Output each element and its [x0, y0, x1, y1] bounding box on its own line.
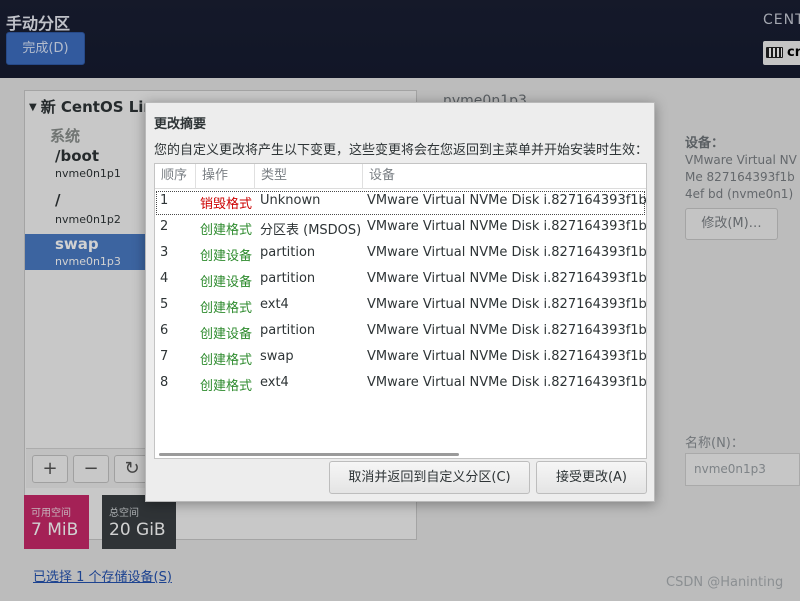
column-header-device[interactable]: 设备 [363, 164, 646, 189]
dialog-title: 更改摘要 [154, 117, 207, 132]
cell-action: 创建设备 [200, 249, 253, 264]
cell-device: VMware Virtual NVMe Disk i.827164393f1b4… [367, 219, 647, 234]
column-header-order[interactable]: 顺序 [155, 164, 196, 189]
horizontal-scrollbar[interactable] [159, 453, 459, 456]
cell-action: 创建格式 [200, 379, 253, 394]
cell-type: partition [260, 323, 316, 338]
watermark-text: CSDN @Haninting [666, 575, 784, 590]
changes-table: 顺序 操作 类型 设备 1 销毁格式 Unknown VMware Virtual N… [154, 163, 647, 459]
cell-device: VMware Virtual NVMe Disk i.827164393f1b4… [367, 297, 647, 312]
cell-type: Unknown [260, 193, 321, 208]
cell-action: 创建格式 [200, 223, 253, 238]
table-row[interactable]: 4 创建设备 partition VMware Virtual NVMe Disk i… [155, 268, 646, 294]
cell-device: VMware Virtual NVMe Disk i.827164393f1b4… [367, 271, 647, 286]
cell-type: partition [260, 271, 316, 286]
cell-order: 2 [160, 219, 169, 234]
cell-order: 7 [160, 349, 169, 364]
cell-device: VMware Virtual NVMe Disk i.827164393f1b4… [367, 375, 647, 390]
change-summary-dialog: 更改摘要 您的自定义更改将产生以下变更，这些变更将会在您返回到主菜单并开始安装时… [145, 102, 655, 502]
cell-device: VMware Virtual NVMe Disk i.827164393f1b4… [367, 193, 647, 208]
cell-action: 创建设备 [200, 327, 253, 342]
table-row[interactable]: 7 创建格式 swap VMware Virtual NVMe Disk i.8271… [155, 346, 646, 372]
cell-order: 1 [160, 193, 169, 208]
accept-changes-button[interactable]: 接受更改(A) [536, 461, 647, 494]
cell-type: ext4 [260, 375, 289, 390]
cell-action: 创建格式 [200, 301, 253, 316]
cell-device: VMware Virtual NVMe Disk i.827164393f1b4… [367, 323, 647, 338]
table-row[interactable]: 3 创建设备 partition VMware Virtual NVMe Disk i… [155, 242, 646, 268]
column-header-action[interactable]: 操作 [196, 164, 255, 189]
cell-action: 销毁格式 [200, 197, 253, 212]
cell-device: VMware Virtual NVMe Disk i.827164393f1b4… [367, 245, 647, 260]
table-row[interactable]: 1 销毁格式 Unknown VMware Virtual NVMe Disk i.8… [155, 190, 646, 216]
cell-order: 3 [160, 245, 169, 260]
cell-order: 6 [160, 323, 169, 338]
cell-order: 5 [160, 297, 169, 312]
cell-type: partition [260, 245, 316, 260]
cell-type: ext4 [260, 297, 289, 312]
column-divider [646, 189, 647, 457]
cell-order: 8 [160, 375, 169, 390]
cell-order: 4 [160, 271, 169, 286]
column-header-type[interactable]: 类型 [255, 164, 363, 189]
cell-device: VMware Virtual NVMe Disk i.827164393f1b4… [367, 349, 647, 364]
dialog-description: 您的自定义更改将产生以下变更，这些变更将会在您返回到主菜单并开始安装时生效： [154, 143, 649, 158]
cell-action: 创建格式 [200, 353, 253, 368]
table-header: 顺序 操作 类型 设备 [155, 164, 646, 189]
table-row[interactable]: 5 创建格式 ext4 VMware Virtual NVMe Disk i.8271… [155, 294, 646, 320]
table-row[interactable]: 2 创建格式 分区表 (MSDOS) VMware Virtual NVMe Disk… [155, 216, 646, 242]
cell-type: swap [260, 349, 294, 364]
cell-type: 分区表 (MSDOS) [260, 223, 362, 238]
table-row[interactable]: 6 创建设备 partition VMware Virtual NVMe Disk i… [155, 320, 646, 346]
cancel-return-button[interactable]: 取消并返回到自定义分区(C) [329, 461, 530, 494]
table-row[interactable]: 8 创建格式 ext4 VMware Virtual NVMe Disk i.8271… [155, 372, 646, 398]
cell-action: 创建设备 [200, 275, 253, 290]
